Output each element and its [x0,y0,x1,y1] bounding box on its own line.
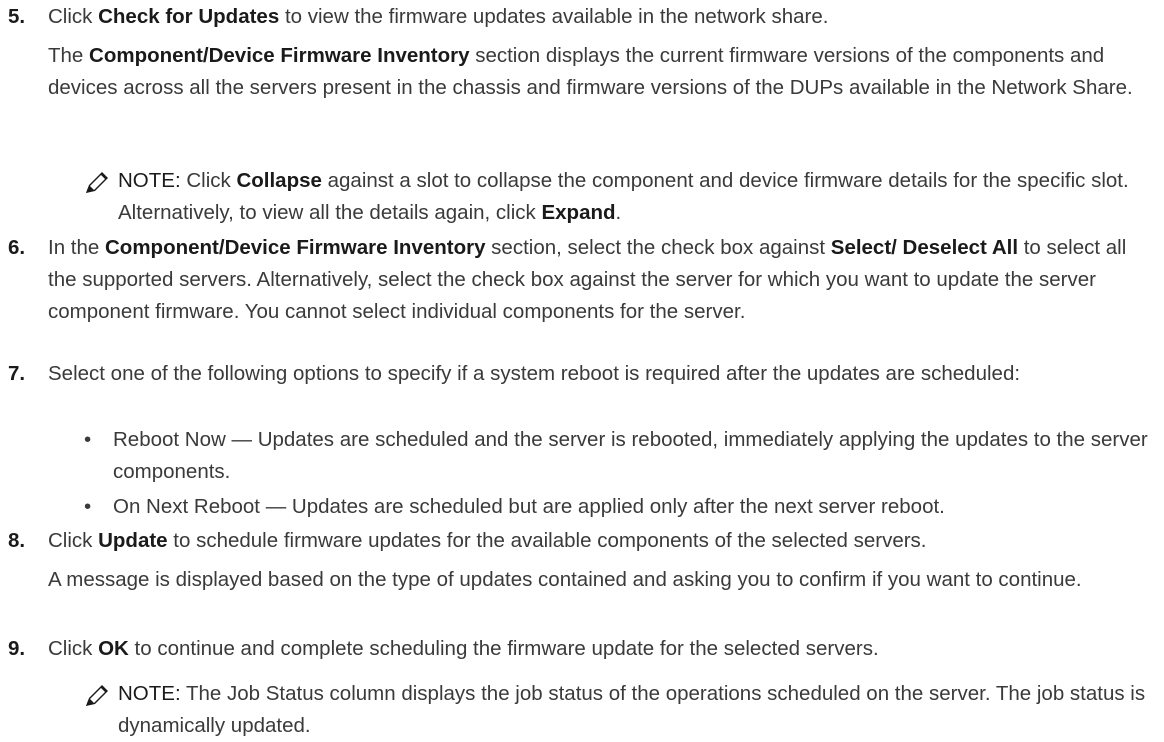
note-text: NOTE: Click Collapse against a slot to c… [118,165,1150,229]
document-page: 5. Click Check for Updates to view the f… [0,0,1164,737]
paragraph: A message is displayed based on the type… [48,568,1082,591]
bullet-text: Reboot Now — Updates are scheduled and t… [113,428,1148,483]
ui-term-firmware-inventory: Component/Device Firmware Inventory [105,236,486,259]
ui-term-check-for-updates: Check for Updates [98,5,280,28]
bullet-text: On Next Reboot — Updates are scheduled b… [113,495,945,518]
text: Click [48,529,99,552]
ui-term-collapse: Collapse [236,169,322,192]
ui-term-expand: Expand [541,201,616,224]
bullet-on-next-reboot: • On Next Reboot — Updates are scheduled… [84,491,1150,523]
text: The Job Status column displays the job s… [118,682,1146,737]
text: section, select the check box against [485,236,831,259]
step-number: 8. [8,529,26,552]
bullet-dot: • [84,428,92,451]
step-text: Select one of the following options to s… [48,362,1021,385]
step-9: 9. Click OK to continue and complete sch… [8,633,1150,665]
text: to view the firmware updates available i… [279,5,829,28]
step-number: 9. [8,637,26,660]
pencil-note-icon [86,172,108,193]
paragraph: The Component/Device Firmware Inventory … [48,40,1150,104]
step-number: 6. [8,236,26,259]
text: to continue and complete scheduling the … [128,637,879,660]
text: Click [180,169,237,192]
text: The [48,44,90,67]
text: to schedule firmware updates for the ava… [167,529,927,552]
text: Click [48,637,99,660]
step-8-paragraph: A message is displayed based on the type… [8,564,1150,596]
note-text: NOTE: The Job Status column displays the… [118,678,1150,742]
step-5: 5. Click Check for Updates to view the f… [8,1,1150,33]
text: In the [48,236,105,259]
text: Click [48,5,99,28]
ui-term-select-deselect-all: Select/ Deselect All [830,236,1019,259]
ui-term-update: Update [98,529,168,552]
step-number: 5. [8,5,26,28]
note-job-status: NOTE: The Job Status column displays the… [84,678,1150,742]
text: . [615,201,622,224]
step-7: 7. Select one of the following options t… [8,358,1150,390]
note-label: NOTE: [118,682,181,705]
ui-term-firmware-inventory: Component/Device Firmware Inventory [89,44,470,67]
note-label: NOTE: [118,169,181,192]
pencil-note-icon [86,685,108,706]
bullet-reboot-now: • Reboot Now — Updates are scheduled and… [84,424,1150,488]
step-5-paragraph: The Component/Device Firmware Inventory … [8,40,1150,104]
step-text: Click Update to schedule firmware update… [48,525,1150,557]
step-number: 7. [8,362,26,385]
step-text: In the Component/Device Firmware Invento… [48,232,1150,328]
step-text: Click OK to continue and complete schedu… [48,633,1150,665]
step-6: 6. In the Component/Device Firmware Inve… [8,232,1150,328]
step-8: 8. Click Update to schedule firmware upd… [8,525,1150,557]
ui-term-ok: OK [98,637,129,660]
bullet-dot: • [84,495,92,518]
note-collapse: NOTE: Click Collapse against a slot to c… [84,165,1150,229]
step-text: Click Check for Updates to view the firm… [48,1,1150,33]
